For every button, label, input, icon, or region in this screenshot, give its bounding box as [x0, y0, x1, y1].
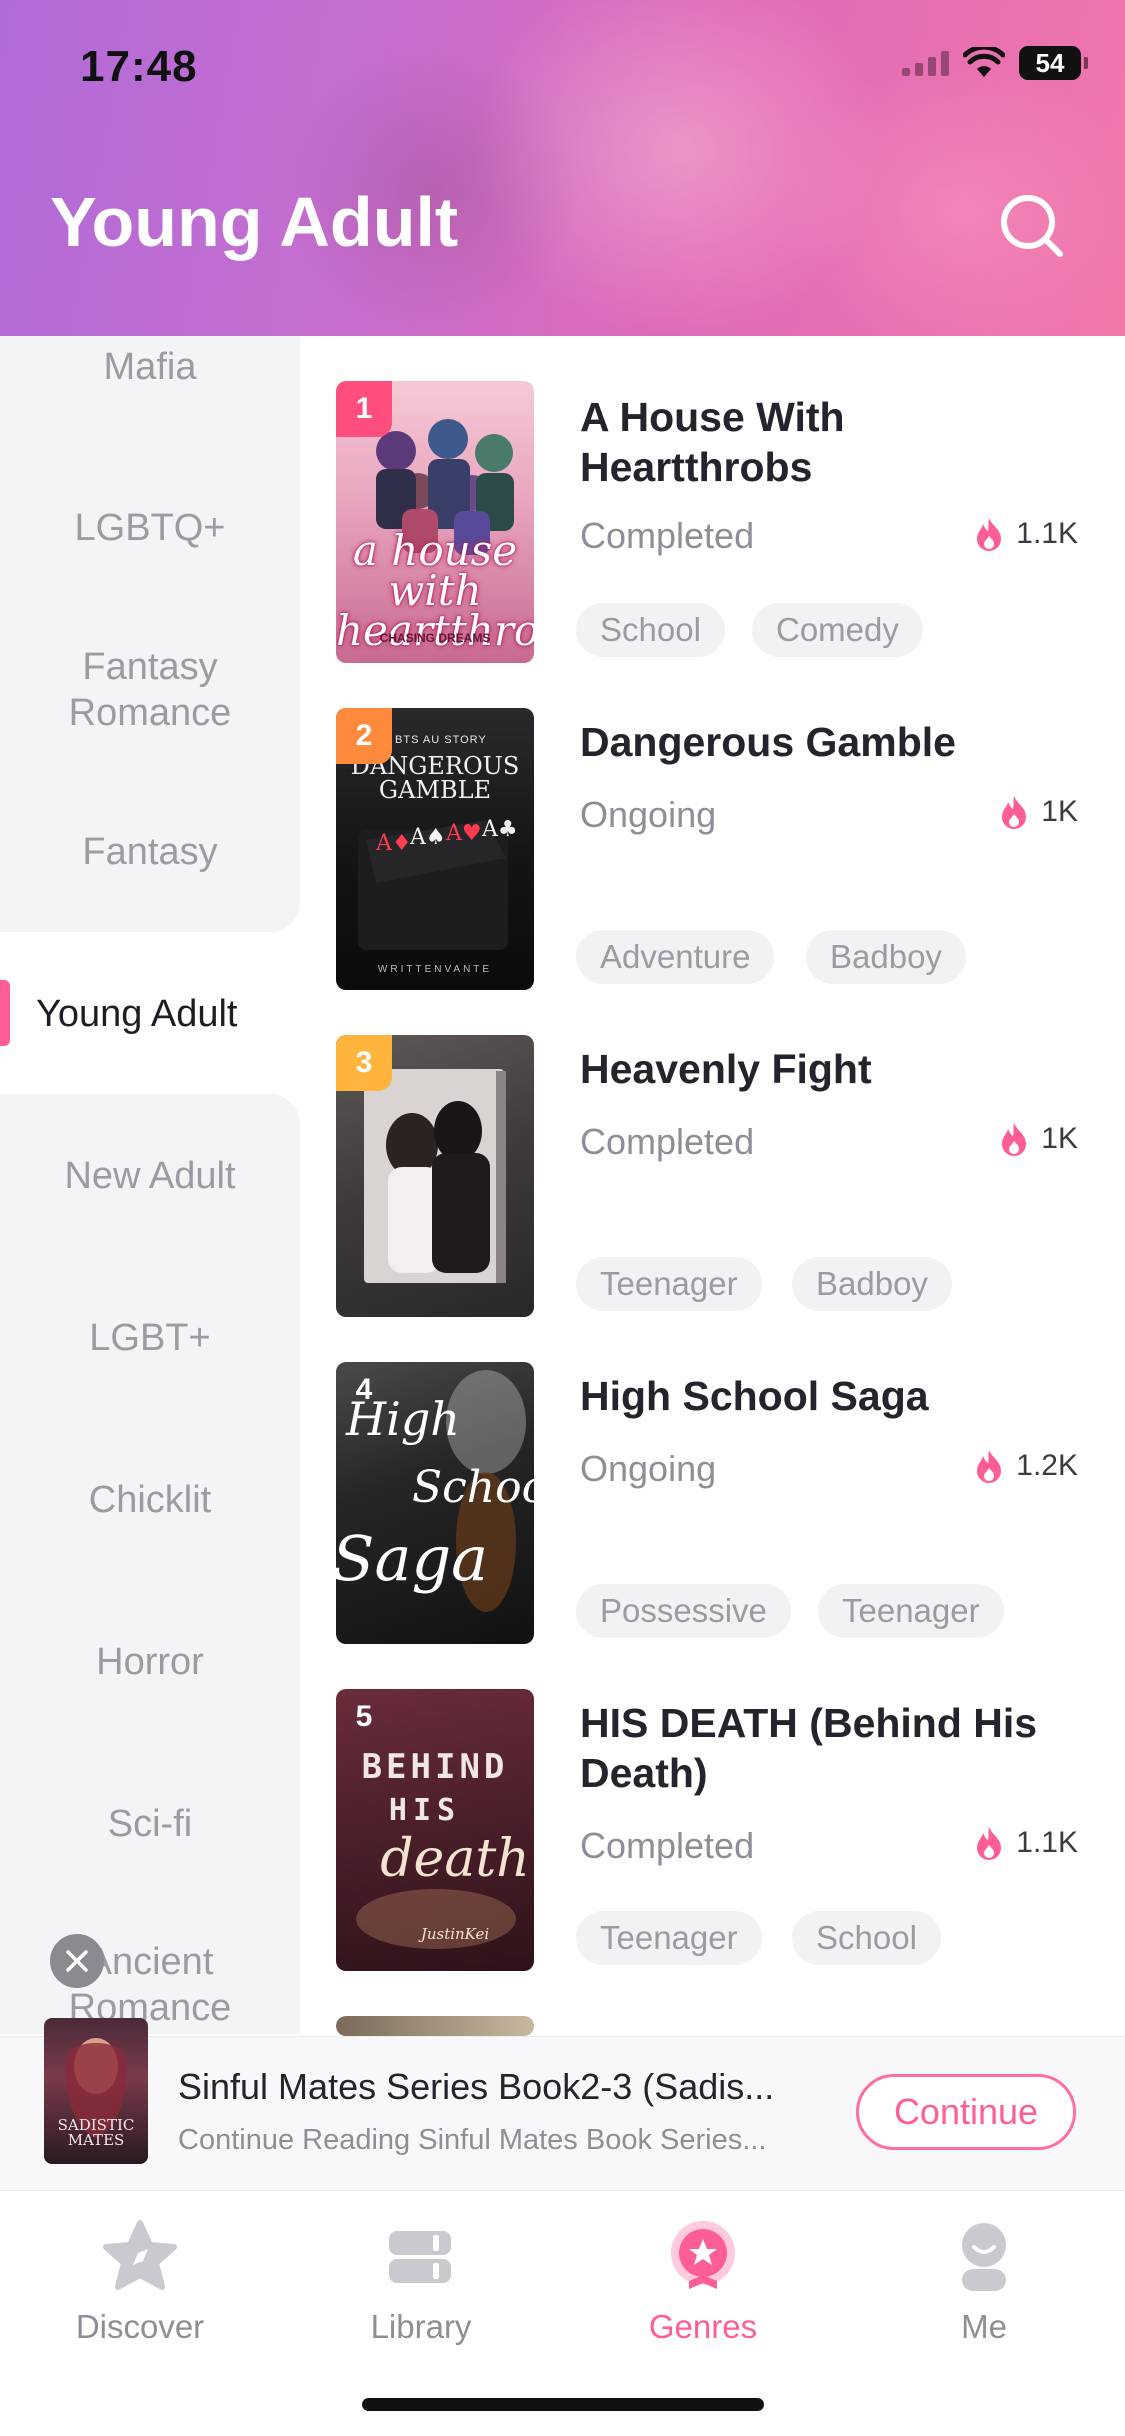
popularity: 1.1K: [974, 1825, 1078, 1861]
popularity: 1.1K: [974, 516, 1078, 552]
sidebar-item-lgbt[interactable]: LGBT+: [0, 1315, 300, 1361]
fire-icon: [977, 1827, 1002, 1860]
fire-icon: [977, 1450, 1002, 1483]
tag[interactable]: School: [576, 603, 725, 657]
wifi-icon: [963, 47, 1005, 77]
rank-badge: 5: [355, 1700, 373, 1733]
book-status: Ongoing: [580, 1448, 717, 1489]
rank-badge: 2: [336, 708, 392, 764]
book-title[interactable]: HIS DEATH (Behind His Death): [580, 1698, 1060, 1798]
book-cover[interactable]: 3: [336, 1035, 534, 1317]
sidebar-item-chicklit[interactable]: Chicklit: [0, 1477, 300, 1523]
tag[interactable]: Adventure: [576, 930, 775, 984]
page-title: Young Adult: [50, 183, 459, 261]
book-status: Ongoing: [580, 794, 717, 835]
fire-icon: [1002, 796, 1027, 829]
battery-icon: 54: [1019, 46, 1088, 80]
continue-button[interactable]: Continue: [856, 2074, 1076, 2150]
sidebar-item-fantasy-romance[interactable]: Fantasy Romance: [0, 644, 300, 736]
nav-label: Me: [961, 2308, 1007, 2345]
nav-label: Library: [370, 2308, 472, 2345]
genres-badge-icon: [671, 2221, 735, 2289]
home-indicator: [362, 2398, 764, 2411]
book-status: Completed: [580, 515, 755, 556]
cover-title-text: Saga: [336, 1522, 489, 1595]
status-time: 17:48: [80, 42, 198, 91]
cover-title-text: death: [380, 1829, 530, 1889]
sidebar-item-fantasy[interactable]: Fantasy: [0, 829, 300, 875]
svg-text:A♦: A♦: [375, 831, 412, 856]
book-title[interactable]: A House With Heartthrobs: [580, 392, 1060, 492]
cover-title-text: BEHIND: [361, 1747, 509, 1787]
sidebar-item-mafia[interactable]: Mafia: [0, 344, 300, 390]
sidebar-item-sci-fi[interactable]: Sci-fi: [0, 1801, 300, 1847]
continue-book-cover[interactable]: SADISTIC MATES: [44, 2018, 148, 2164]
tag[interactable]: Badboy: [792, 1257, 952, 1311]
svg-text:A♣: A♣: [481, 817, 518, 842]
continue-reading-subtitle: Continue Reading Sinful Mates Book Serie…: [178, 2124, 767, 2156]
popularity-count: 1.2K: [1016, 1449, 1078, 1482]
cover-author-text: WRITTENVANTE: [377, 964, 493, 975]
books-icon: [389, 2231, 451, 2283]
nav-library[interactable]: Library: [321, 2217, 521, 2346]
tag[interactable]: Possessive: [576, 1584, 791, 1638]
sidebar-item-new-adult[interactable]: New Adult: [0, 1153, 300, 1199]
popularity: 1K: [999, 794, 1078, 830]
book-title[interactable]: High School Saga: [580, 1371, 1060, 1421]
rank-badge: 1: [336, 381, 392, 437]
fire-icon: [977, 518, 1002, 551]
popularity: 1.2K: [974, 1448, 1078, 1484]
book-cover-partial: [336, 2016, 534, 2036]
popularity: 1K: [999, 1121, 1078, 1157]
cover-author-text: CHASING DREAMS: [379, 631, 491, 645]
popularity-count: 1K: [1041, 1122, 1078, 1155]
book-title[interactable]: Dangerous Gamble: [580, 717, 1060, 767]
compass-star-icon: [103, 2220, 177, 2290]
book-cover[interactable]: a house with heartthrobs CHASING DREAMS …: [336, 381, 534, 663]
svg-text:A♥: A♥: [445, 821, 482, 846]
sidebar-item-young-adult[interactable]: Young Adult: [0, 991, 300, 1037]
svg-text:A♠: A♠: [409, 825, 446, 850]
close-icon[interactable]: [50, 1934, 104, 1988]
profile-icon: [962, 2223, 1006, 2291]
continue-reading-title[interactable]: Sinful Mates Series Book2-3 (Sadis...: [178, 2066, 818, 2108]
book-cover[interactable]: A BTS AU STORY DANGEROUS GAMBLE A♦ A♠ A♥…: [336, 708, 534, 990]
cover-title-text: School: [412, 1462, 534, 1513]
popularity-count: 1.1K: [1016, 517, 1078, 550]
cover-title-text: HIS: [388, 1793, 462, 1828]
cover-title-text: SADISTIC MATES: [57, 2116, 135, 2149]
tag[interactable]: Teenager: [818, 1584, 1004, 1638]
genre-sidebar-bottom: [0, 1094, 300, 2034]
nav-label: Genres: [648, 2308, 758, 2345]
status-icons: 54: [902, 46, 1088, 80]
tag[interactable]: School: [792, 1911, 941, 1965]
sidebar-item-lgbtq[interactable]: LGBTQ+: [0, 505, 300, 551]
nav-me[interactable]: Me: [884, 2217, 1084, 2346]
tag[interactable]: Teenager: [576, 1911, 762, 1965]
book-status: Completed: [580, 1121, 755, 1162]
tag[interactable]: Teenager: [576, 1257, 762, 1311]
tag[interactable]: Comedy: [752, 603, 923, 657]
book-cover[interactable]: BEHIND HIS death JustinKei 5: [336, 1689, 534, 1971]
sidebar-item-horror[interactable]: Horror: [0, 1639, 300, 1685]
nav-discover[interactable]: Discover: [40, 2217, 240, 2346]
book-title[interactable]: Heavenly Fight: [580, 1044, 1060, 1094]
book-cover[interactable]: High School Saga 4: [336, 1362, 534, 1644]
search-icon[interactable]: [994, 188, 1070, 264]
nav-genres[interactable]: Genres: [603, 2217, 803, 2346]
book-status: Completed: [580, 1825, 755, 1866]
rank-badge: 4: [355, 1373, 373, 1406]
tag[interactable]: Badboy: [806, 930, 966, 984]
popularity-count: 1.1K: [1016, 1826, 1078, 1859]
cover-author-text: JustinKei: [420, 1925, 490, 1943]
nav-label: Discover: [75, 2308, 205, 2345]
cellular-signal-icon: [902, 50, 949, 76]
fire-icon: [1002, 1123, 1027, 1156]
header: 17:48 54 Young Adult: [0, 0, 1125, 336]
rank-badge: 3: [336, 1035, 392, 1091]
popularity-count: 1K: [1041, 795, 1078, 828]
